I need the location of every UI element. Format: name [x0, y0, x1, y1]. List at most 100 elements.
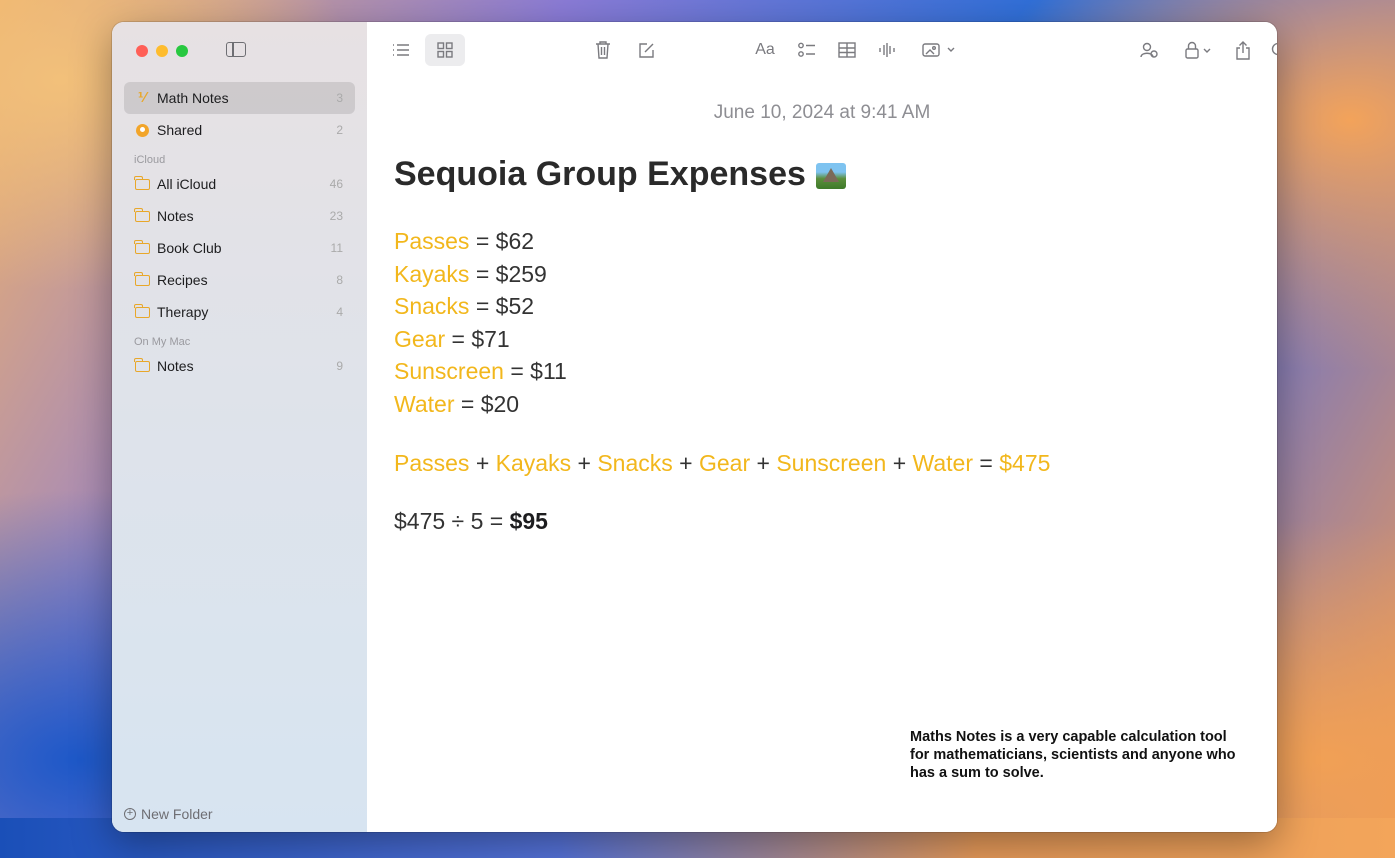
sidebar-item-shared[interactable]: Shared 2 — [124, 114, 355, 146]
new-folder-label: New Folder — [141, 806, 213, 822]
sidebar-item-count: 11 — [330, 241, 343, 255]
sidebar-item-label: Math Notes — [157, 90, 229, 106]
sidebar-item-all-icloud[interactable]: All iCloud 46 — [124, 168, 355, 200]
gallery-view-icon[interactable] — [425, 34, 465, 66]
folder-icon — [134, 175, 150, 190]
note-date: June 10, 2024 at 9:41 AM — [713, 102, 931, 123]
compose-icon[interactable] — [634, 34, 658, 66]
sidebar-item-label: Notes — [157, 208, 194, 224]
sum-term: Water — [912, 450, 974, 476]
folder-icon — [134, 207, 150, 222]
variable-row: Passes = $62 — [394, 225, 1234, 258]
notes-window: ⅟ Math Notes 3 Shared 2 iCloud All iClou… — [112, 22, 1277, 832]
landscape-photo-icon — [815, 163, 846, 189]
section-label-on-my-mac: On My Mac — [134, 336, 191, 348]
folder-icon — [134, 271, 150, 286]
variable-value: = $259 — [475, 260, 547, 287]
audio-icon[interactable] — [875, 34, 899, 66]
sidebar-toggle-icon[interactable] — [226, 42, 246, 57]
plus-operator: + — [475, 450, 490, 476]
folder-icon — [134, 357, 150, 372]
folder-list: ⅟ Math Notes 3 Shared 2 iCloud All iClou… — [124, 82, 355, 382]
format-icon[interactable]: Aa — [750, 34, 780, 66]
plus-operator: + — [679, 450, 693, 476]
sidebar-item-count: 46 — [329, 177, 343, 191]
share-icon[interactable] — [1231, 34, 1255, 66]
plus-circle-icon: + — [124, 808, 136, 820]
variable-name: Snacks — [394, 293, 470, 319]
variable-value: = $52 — [475, 293, 535, 319]
collaborate-icon[interactable] — [1137, 34, 1161, 66]
list-view-icon[interactable] — [389, 34, 413, 66]
minimize-button[interactable] — [156, 45, 168, 57]
folder-icon — [134, 303, 150, 318]
sidebar-item-count: 8 — [336, 273, 343, 287]
note-editor: Aa June 10, 2024 at 9:41 AM Sequoia Grou… — [367, 22, 1277, 832]
media-icon[interactable] — [917, 34, 961, 66]
sidebar-item-math-notes[interactable]: ⅟ Math Notes 3 — [124, 82, 355, 114]
variable-row: Kayaks = $259 — [394, 258, 1234, 291]
variable-name: Sunscreen — [394, 358, 504, 384]
sidebar: ⅟ Math Notes 3 Shared 2 iCloud All iClou… — [112, 22, 368, 832]
note-title-text: Sequoia Group Expenses — [394, 154, 806, 193]
sidebar-item-count: 4 — [336, 305, 343, 319]
sidebar-item-label: Book Club — [157, 240, 222, 256]
equals-operator: = — [979, 450, 993, 476]
division-expr: $475 ÷ 5 = — [394, 507, 504, 534]
note-title: Sequoia Group Expenses — [394, 150, 1234, 198]
variable-name: Kayaks — [394, 260, 470, 287]
division-result: $95 — [509, 507, 548, 534]
sidebar-item-therapy[interactable]: Therapy 4 — [124, 296, 355, 328]
sidebar-item-label: Notes — [157, 358, 194, 374]
plus-operator: + — [892, 450, 907, 476]
shared-icon — [134, 123, 150, 137]
variable-name: Passes — [394, 228, 470, 254]
sidebar-item-book-club[interactable]: Book Club 11 — [124, 232, 355, 264]
folder-icon — [134, 239, 150, 254]
variable-name: Water — [394, 390, 455, 417]
sidebar-item-count: 2 — [336, 123, 343, 137]
sidebar-item-label: Shared — [157, 122, 203, 138]
checklist-icon[interactable] — [795, 34, 819, 66]
new-folder-button[interactable]: + New Folder — [124, 806, 213, 822]
toolbar: Aa — [367, 34, 1277, 66]
variable-value: = $20 — [460, 390, 520, 417]
variable-value: = $11 — [510, 358, 567, 384]
zoom-button[interactable] — [176, 45, 188, 57]
sidebar-item-count: 9 — [336, 359, 343, 373]
sum-term: Kayaks — [495, 450, 572, 476]
sidebar-item-label: Therapy — [157, 304, 209, 320]
section-label-icloud: iCloud — [134, 154, 166, 166]
caption-text: Maths Notes is a very capable calculatio… — [910, 729, 1236, 781]
sidebar-item-count: 23 — [329, 209, 343, 223]
sum-expression: Passes + Kayaks + Snacks + Gear + Sunscr… — [394, 447, 1234, 480]
sum-term: Passes — [394, 450, 470, 476]
note-body[interactable]: Sequoia Group Expenses Passes = $62 Kaya… — [394, 150, 1234, 537]
trash-icon[interactable] — [591, 34, 615, 66]
variable-row: Snacks = $52 — [394, 290, 1234, 323]
close-button[interactable] — [136, 45, 148, 57]
variable-value: = $71 — [451, 325, 510, 352]
window-controls — [136, 45, 188, 57]
sum-term: Sunscreen — [776, 450, 887, 476]
division-expression: $475 ÷ 5 = $95 — [394, 505, 1234, 538]
format-label: Aa — [755, 41, 775, 58]
sidebar-item-count: 3 — [336, 91, 343, 105]
sidebar-item-recipes[interactable]: Recipes 8 — [124, 264, 355, 296]
variable-row: Water = $20 — [394, 388, 1234, 421]
variable-value: = $62 — [475, 228, 535, 254]
variable-row: Sunscreen = $11 — [394, 355, 1234, 388]
sidebar-item-label: All iCloud — [157, 176, 217, 192]
sum-result: $475 — [999, 450, 1051, 476]
sidebar-item-label: Recipes — [157, 272, 208, 288]
table-icon[interactable] — [835, 34, 859, 66]
sum-term: Snacks — [597, 450, 673, 476]
lock-icon[interactable] — [1177, 34, 1221, 66]
plus-operator: + — [577, 450, 591, 476]
plus-operator: + — [756, 450, 770, 476]
search-icon[interactable] — [1267, 34, 1277, 66]
sidebar-item-mac-notes[interactable]: Notes 9 — [124, 350, 355, 382]
variable-row: Gear = $71 — [394, 323, 1234, 356]
sum-term: Gear — [698, 450, 751, 476]
sidebar-item-notes[interactable]: Notes 23 — [124, 200, 355, 232]
